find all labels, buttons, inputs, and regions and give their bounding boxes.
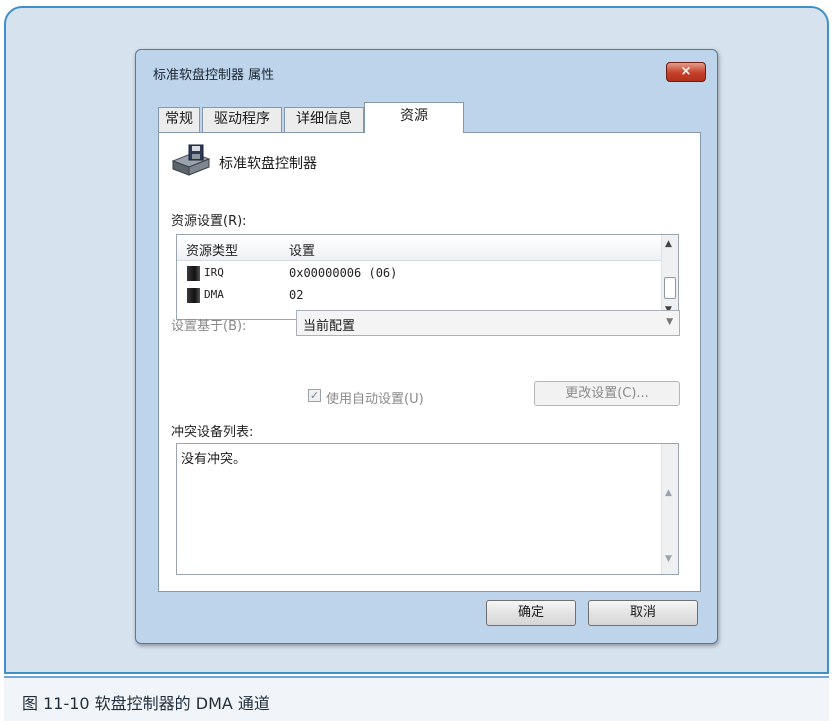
resource-setting: 0x00000006 (06) — [289, 266, 398, 280]
resources-tab-panel: 标准软盘控制器 资源设置(R): 资源类型 设置 IRQ 0x00000006 … — [158, 132, 701, 592]
tab-details[interactable]: 详细信息 — [284, 107, 364, 132]
scroll-up-arrow-icon[interactable]: ▲ — [665, 239, 672, 249]
close-button[interactable]: × — [666, 62, 706, 82]
column-header-setting[interactable]: 设置 — [289, 240, 315, 259]
resource-settings-label: 资源设置(R): — [171, 214, 247, 229]
setting-based-on-select[interactable]: 当前配置 ▼ — [296, 310, 680, 336]
setting-based-on-label: 设置基于(B): — [171, 319, 247, 334]
auto-settings-label: 使用自动设置(U) — [326, 392, 424, 407]
change-settings-button[interactable]: 更改设置(C)... — [534, 381, 680, 406]
resource-chip-icon — [187, 288, 200, 303]
scroll-thumb[interactable] — [664, 277, 676, 299]
resource-type: IRQ — [204, 266, 224, 279]
ok-button[interactable]: 确定 — [486, 600, 576, 626]
scroll-up-arrow-icon[interactable]: ▲ — [665, 488, 672, 498]
figure-caption: 图 11-10 软盘控制器的 DMA 通道 — [22, 694, 270, 713]
list-row[interactable]: IRQ 0x00000006 (06) — [177, 263, 657, 284]
column-header-type[interactable]: 资源类型 — [186, 240, 238, 259]
list-header: 资源类型 设置 — [177, 235, 661, 261]
caption-bar: 图 11-10 软盘控制器的 DMA 通道 — [4, 676, 829, 721]
resource-type: DMA — [204, 288, 224, 301]
conflict-scrollbar[interactable]: ▲ ▼ — [661, 444, 678, 574]
tab-general[interactable]: 常规 — [158, 107, 200, 132]
tab-driver[interactable]: 驱动程序 — [202, 107, 282, 132]
list-row[interactable]: DMA 02 — [177, 285, 657, 306]
list-scrollbar[interactable]: ▲ ▼ — [661, 235, 678, 319]
dialog-title: 标准软盘控制器 属性 — [153, 68, 275, 83]
cancel-button[interactable]: 取消 — [588, 600, 698, 626]
chevron-down-icon: ▼ — [666, 317, 673, 327]
conflict-text: 没有冲突。 — [181, 452, 247, 467]
tab-resources[interactable]: 资源 — [364, 102, 464, 133]
resource-setting: 02 — [289, 288, 304, 302]
properties-dialog: 标准软盘控制器 属性 × 常规 驱动程序 详细信息 资源 标准软盘控制器 资源设… — [135, 49, 718, 644]
setting-based-on-value: 当前配置 — [303, 319, 356, 334]
floppy-controller-icon — [171, 144, 211, 176]
conflict-list-label: 冲突设备列表: — [171, 425, 254, 440]
resource-chip-icon — [187, 266, 200, 281]
scroll-down-arrow-icon[interactable]: ▼ — [665, 554, 672, 564]
conflict-list[interactable]: 没有冲突。 ▲ ▼ — [176, 443, 679, 575]
figure-frame: 标准软盘控制器 属性 × 常规 驱动程序 详细信息 资源 标准软盘控制器 资源设… — [4, 6, 829, 674]
resource-list[interactable]: 资源类型 设置 IRQ 0x00000006 (06) DMA 02 ▲ ▼ — [176, 234, 679, 320]
auto-settings-checkbox[interactable]: ✓ — [308, 389, 321, 402]
device-name: 标准软盘控制器 — [219, 156, 317, 172]
